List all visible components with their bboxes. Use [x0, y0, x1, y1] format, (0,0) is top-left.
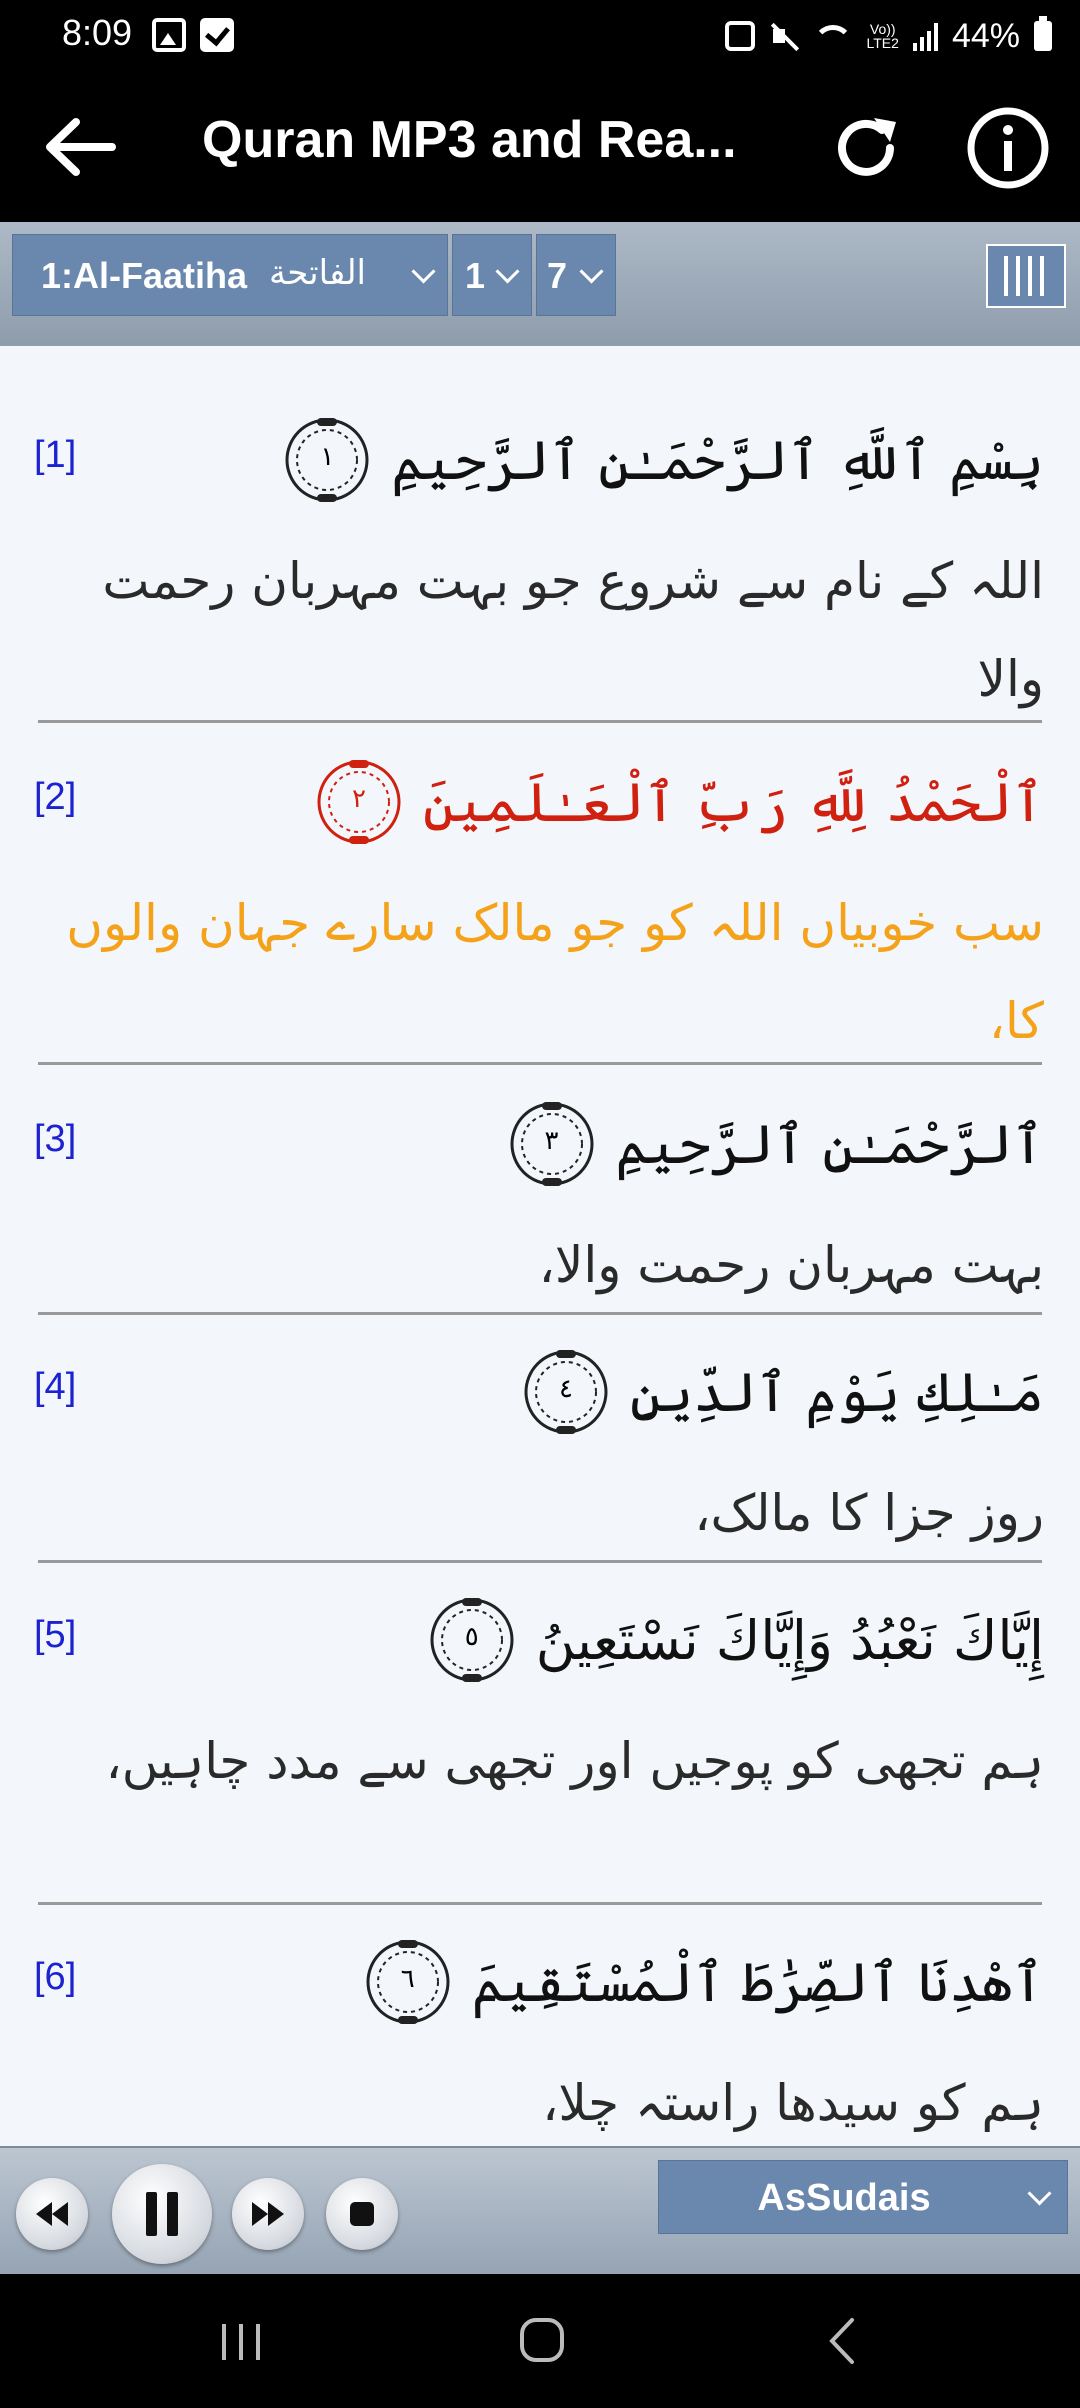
ayah-label: 1	[465, 255, 486, 296]
verse-number: [2]	[34, 776, 77, 818]
chevron-down-icon	[579, 259, 604, 284]
verse-translation: اللہ کے نام سے شروع جو بہت مہربان رحمت و…	[102, 552, 1044, 708]
verse-count-label: 7	[547, 255, 568, 296]
verse-number: [1]	[34, 434, 77, 476]
ayah-marker-number: ٢	[351, 784, 366, 814]
stop-button[interactable]	[326, 2178, 398, 2250]
verse-arabic: ٱهْدِنَا ٱلصِّرَٰطَ ٱلْمُسْتَقِيمَ	[471, 1950, 1044, 2014]
columns-button[interactable]	[986, 244, 1066, 308]
surah-arabic-label: الفاتحة	[269, 253, 367, 293]
ayah-marker-number: ١	[320, 442, 335, 472]
app-title: Quran MP3 and Rea...	[202, 111, 737, 169]
lte-text: LTE2	[866, 35, 899, 51]
selector-toolbar: 1:Al-Faatiha الفاتحة 1 7	[0, 222, 1080, 346]
ayah-marker-number: ٥	[464, 1622, 479, 1652]
rewind-icon	[36, 2202, 68, 2226]
stop-icon	[350, 2202, 374, 2226]
chevron-left-icon	[829, 2318, 854, 2364]
checkbox-notification-icon	[200, 18, 234, 52]
info-button[interactable]	[966, 106, 1050, 190]
verse-count-selector[interactable]: 7	[536, 234, 616, 316]
ayah-end-marker-icon: ٤	[520, 1346, 612, 1438]
audio-player: AsSudais	[0, 2146, 1080, 2276]
pause-icon	[146, 2192, 178, 2236]
verse-number: [5]	[34, 1614, 77, 1656]
verse-divider	[38, 720, 1042, 723]
lock-icon	[724, 21, 755, 51]
verse-number: [6]	[34, 1956, 77, 1998]
verse-divider	[38, 1560, 1042, 1563]
ayah-marker-number: ٦	[400, 1964, 415, 1994]
arrow-left-icon	[46, 118, 116, 176]
ayah-marker-number: ٣	[544, 1126, 559, 1156]
status-icons: Vo)) LTE2 44%	[724, 14, 1052, 58]
verse-arabic: مَـٰلِكِ يَوْمِ ٱلدِّينِ	[629, 1360, 1044, 1424]
refresh-icon	[838, 118, 896, 176]
verse-arabic: إِيَّاكَ نَعْبُدُ وَإِيَّاكَ نَسْتَعِينُ	[535, 1608, 1044, 1672]
ayah-selector[interactable]: 1	[452, 234, 532, 316]
nav-back-button[interactable]	[788, 2304, 898, 2378]
ayah-end-marker-icon: ٢	[313, 756, 405, 848]
chevron-down-icon	[495, 259, 520, 284]
recent-apps-button[interactable]	[186, 2304, 296, 2378]
fast-forward-icon	[252, 2202, 284, 2226]
verse-translation: بہت مہربان رحمت والا،	[538, 1236, 1044, 1294]
ayah-marker-number: ٤	[558, 1374, 573, 1404]
reciter-label: AsSudais	[757, 2177, 931, 2219]
verse-divider	[38, 1312, 1042, 1315]
home-icon	[520, 2318, 564, 2362]
gallery-notification-icon	[152, 18, 186, 52]
surah-latin-label: 1:Al-Faatiha	[41, 255, 248, 296]
mute-icon	[769, 21, 799, 51]
ayah-end-marker-icon: ٥	[426, 1594, 518, 1686]
fast-forward-button[interactable]	[232, 2178, 304, 2250]
status-bar: 8:09 Vo)) LTE2 44%	[0, 0, 1080, 72]
verse-translation: سب خوبیاں اللہ کو جو مالک سارے جہان والو…	[66, 894, 1044, 1050]
chevron-down-icon	[1027, 2181, 1052, 2206]
status-time: 8:09	[62, 12, 133, 53]
verse-number: [3]	[34, 1118, 77, 1160]
home-button[interactable]	[486, 2304, 596, 2378]
verse-arabic: ٱلرَّحْمَـٰنِ ٱلرَّحِيمِ	[615, 1112, 1045, 1176]
wifi-icon	[812, 21, 853, 51]
volte-indicator: Vo)) LTE2	[867, 22, 899, 50]
verse-arabic: ٱلْحَمْدُ لِلَّهِ رَبِّ ٱلْعَـٰلَمِينَ	[422, 770, 1044, 834]
recent-apps-icon	[222, 2324, 260, 2360]
signal-icon	[912, 21, 938, 51]
surah-selector[interactable]: 1:Al-Faatiha الفاتحة	[12, 234, 448, 316]
pause-button[interactable]	[112, 2164, 212, 2264]
chevron-down-icon	[411, 259, 436, 284]
verse-divider	[38, 1062, 1042, 1065]
back-button[interactable]	[40, 112, 120, 182]
rewind-button[interactable]	[16, 2178, 88, 2250]
ayah-end-marker-icon: ١	[281, 414, 373, 506]
ayah-end-marker-icon: ٣	[506, 1098, 598, 1190]
info-icon	[967, 107, 1049, 189]
reciter-selector[interactable]: AsSudais	[658, 2160, 1068, 2234]
app-bar: Quran MP3 and Rea...	[0, 72, 1080, 222]
verse-list[interactable]: [1] بِسْمِ ٱللَّهِ ٱلرَّحْمَـٰنِ ٱلرَّحِ…	[0, 346, 1080, 2146]
battery-percent: 44%	[951, 16, 1020, 55]
verse-translation: روز جزا کا مالک،	[694, 1484, 1044, 1542]
system-nav-bar	[0, 2274, 1080, 2408]
verse-translation: ہم کو سیدھا راستہ چلا،	[542, 2074, 1044, 2132]
battery-icon	[1034, 16, 1052, 51]
reload-button[interactable]	[830, 110, 906, 186]
verse-translation: ہم تجھی کو پوجیں اور تجھی سے مدد چاہیں،	[105, 1732, 1044, 1790]
verse-divider	[38, 1902, 1042, 1905]
verse-arabic: بِسْمِ ٱللَّهِ ٱلرَّحْمَـٰنِ ٱلرَّحِيمِ	[391, 428, 1044, 492]
verse-number: [4]	[34, 1366, 77, 1408]
ayah-end-marker-icon: ٦	[362, 1936, 454, 2028]
